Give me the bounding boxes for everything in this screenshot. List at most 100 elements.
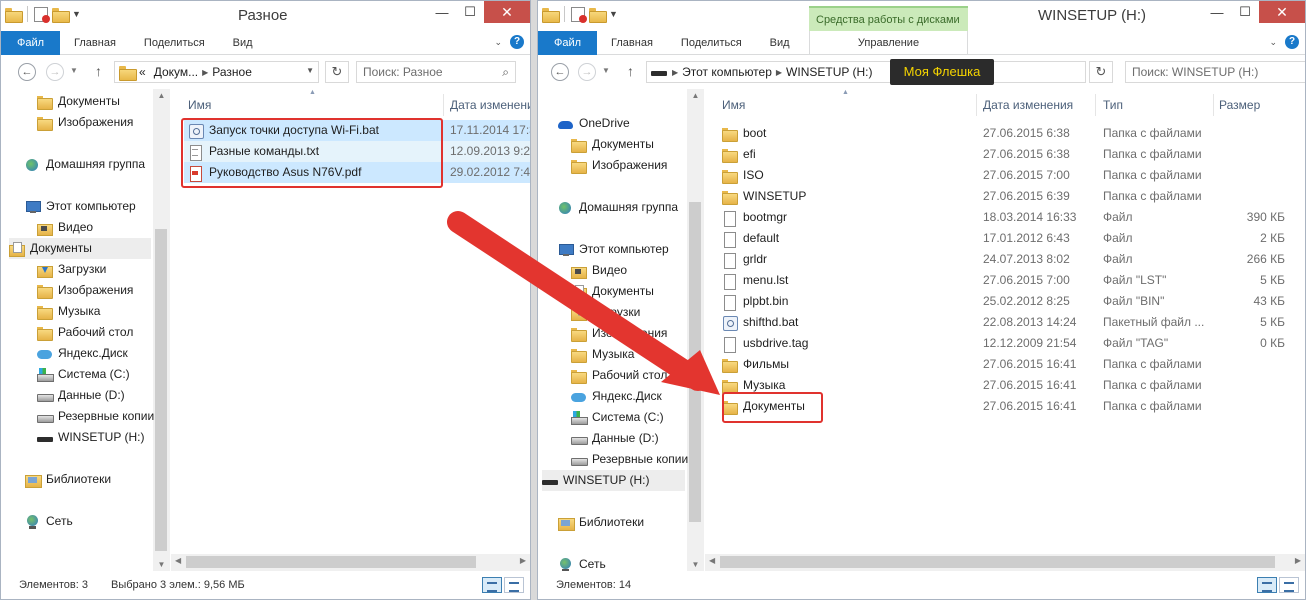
nav-scrollbar[interactable]: ▲ ▼ [153,89,170,571]
file-row[interactable]: Музыка 27.06.2015 16:41 Папка с файлами [718,375,1294,396]
maximize-button[interactable]: ☐ [1231,1,1259,23]
qat-dropdown-icon[interactable]: ▼ [72,9,81,19]
horizontal-scroll-thumb[interactable] [186,556,476,568]
scroll-right-icon[interactable]: ▶ [1295,556,1301,565]
nav-item[interactable]: Библиотеки [25,469,111,490]
expand-ribbon-icon[interactable]: ⌄ [1269,37,1277,48]
address-segment-misc[interactable]: Разное [212,65,252,79]
file-row[interactable]: shifthd.bat 22.08.2013 14:24 Пакетный файл… [718,312,1294,333]
new-folder-icon[interactable] [589,7,607,23]
minimize-button[interactable]: — [428,1,456,23]
chevron-right-icon[interactable]: ▶ [672,68,678,77]
tab-view[interactable]: Вид [756,31,804,55]
file-row[interactable]: Документы 27.06.2015 16:41 Папка с файлами [718,396,1294,417]
nav-item[interactable]: Документы [571,134,654,155]
search-input[interactable]: Поиск: WINSETUP (H:) ⌕ [1125,61,1305,83]
nav-item[interactable]: WINSETUP (H:) [542,470,685,491]
nav-item[interactable]: Рабочий стол [37,322,133,343]
nav-item[interactable]: Музыка [571,344,634,365]
file-row[interactable]: WINSETUP 27.06.2015 6:39 Папка с файлами [718,186,1294,207]
nav-item[interactable]: OneDrive [558,113,630,134]
address-dropdown-icon[interactable]: ▼ [306,66,314,75]
nav-item[interactable]: Резервные копии [571,449,688,470]
back-button[interactable]: ← [551,63,569,81]
nav-item[interactable]: Документы [571,281,654,302]
address-segment-documents[interactable]: Докум... [154,65,198,79]
file-row[interactable]: grldr 24.07.2013 8:02 Файл 266 КБ [718,249,1294,270]
back-button[interactable]: ← [18,63,36,81]
file-row[interactable]: usbdrive.tag 12.12.2009 21:54 Файл "TAG" 0 … [718,333,1294,354]
nav-item[interactable]: Яндекс.Диск [571,386,662,407]
scroll-down-icon[interactable]: ▼ [153,560,170,569]
close-button[interactable]: ✕ [484,1,530,23]
nav-scroll-thumb[interactable] [155,229,167,551]
column-header-size[interactable]: Размер [1219,94,1260,116]
nav-item[interactable]: Видео [37,217,93,238]
horizontal-scrollbar[interactable]: ◀ ▶ [705,554,1305,571]
nav-item[interactable]: Изображения [571,155,667,176]
details-view-button[interactable] [482,577,502,593]
file-row[interactable]: plpbt.bin 25.02.2012 8:25 Файл "BIN" 43 КБ [718,291,1294,312]
nav-item[interactable]: WINSETUP (H:) [37,427,144,448]
scroll-down-icon[interactable]: ▼ [687,560,704,569]
column-divider[interactable] [1213,94,1214,116]
column-header-date[interactable]: Дата изменения [450,94,530,116]
column-divider[interactable] [976,94,977,116]
nav-item[interactable]: Документы [9,238,151,259]
file-row[interactable]: Разные команды.txt 12.09.2013 9:25 [184,141,530,162]
help-icon[interactable]: ? [510,35,524,49]
close-button[interactable]: ✕ [1259,1,1305,23]
scroll-up-icon[interactable]: ▲ [153,91,170,100]
properties-icon[interactable] [571,6,587,23]
address-segment-this-pc[interactable]: Этот компьютер [682,65,772,79]
tab-view[interactable]: Вид [219,31,267,55]
chevron-right-icon[interactable]: ▶ [776,68,782,77]
search-input[interactable]: Поиск: Разное ⌕ [356,61,516,83]
file-row[interactable]: bootmgr 18.03.2014 16:33 Файл 390 КБ [718,207,1294,228]
large-icons-view-button[interactable] [504,577,524,593]
file-row[interactable]: ISO 27.06.2015 7:00 Папка с файлами [718,165,1294,186]
maximize-button[interactable]: ☐ [456,1,484,23]
address-segment-winsetup[interactable]: WINSETUP (H:) [786,65,872,79]
minimize-button[interactable]: — [1203,1,1231,23]
address-bar[interactable]: ▶ Этот компьютер ▶ WINSETUP (H:) [646,61,1086,83]
address-bar[interactable]: « Докум... ▶ Разное ▼ [114,61,319,83]
file-row[interactable]: Фильмы 27.06.2015 16:41 Папка с файлами [718,354,1294,375]
up-button[interactable]: ↑ [627,63,634,79]
column-header-type[interactable]: Тип [1103,94,1123,116]
file-row[interactable]: default 17.01.2012 6:43 Файл 2 КБ [718,228,1294,249]
column-header-name[interactable]: Имя [722,94,745,116]
nav-item[interactable]: Система (C:) [571,407,664,428]
nav-item[interactable]: Данные (D:) [37,385,125,406]
nav-item[interactable]: Библиотеки [558,512,644,533]
horizontal-scrollbar[interactable]: ◀ ▶ [171,554,530,571]
tab-home[interactable]: Главная [60,31,130,55]
properties-icon[interactable] [34,6,50,23]
scroll-left-icon[interactable]: ◀ [709,556,715,565]
column-header-date[interactable]: Дата изменения [983,94,1073,116]
scroll-left-icon[interactable]: ◀ [175,556,181,565]
address-overflow[interactable]: « [139,65,146,79]
nav-item[interactable]: Яндекс.Диск [37,343,128,364]
tab-share[interactable]: Поделиться [130,31,219,55]
file-row[interactable]: Запуск точки доступа Wi-Fi.bat 17.11.2014… [184,120,530,141]
nav-item[interactable]: Сеть [558,554,606,571]
expand-ribbon-icon[interactable]: ⌄ [494,37,502,48]
tab-file[interactable]: Файл [538,30,598,55]
refresh-button[interactable]: ↻ [1089,61,1113,83]
tab-home[interactable]: Главная [597,31,667,55]
nav-item[interactable]: Данные (D:) [571,428,659,449]
nav-item[interactable]: Резервные копии [37,406,154,427]
nav-item[interactable]: Этот компьютер [25,196,136,217]
recent-locations-icon[interactable]: ▼ [70,66,78,75]
help-icon[interactable]: ? [1285,35,1299,49]
chevron-right-icon[interactable]: ▶ [202,68,208,77]
tab-manage[interactable]: Управление [809,30,968,55]
nav-item[interactable]: Система (C:) [37,364,130,385]
qat-dropdown-icon[interactable]: ▼ [609,9,618,19]
nav-item[interactable]: Загрузки [571,302,640,323]
column-header-name[interactable]: Имя [188,94,211,116]
nav-item[interactable]: Этот компьютер [558,239,669,260]
recent-locations-icon[interactable]: ▼ [602,66,610,75]
new-folder-icon[interactable] [52,7,70,23]
